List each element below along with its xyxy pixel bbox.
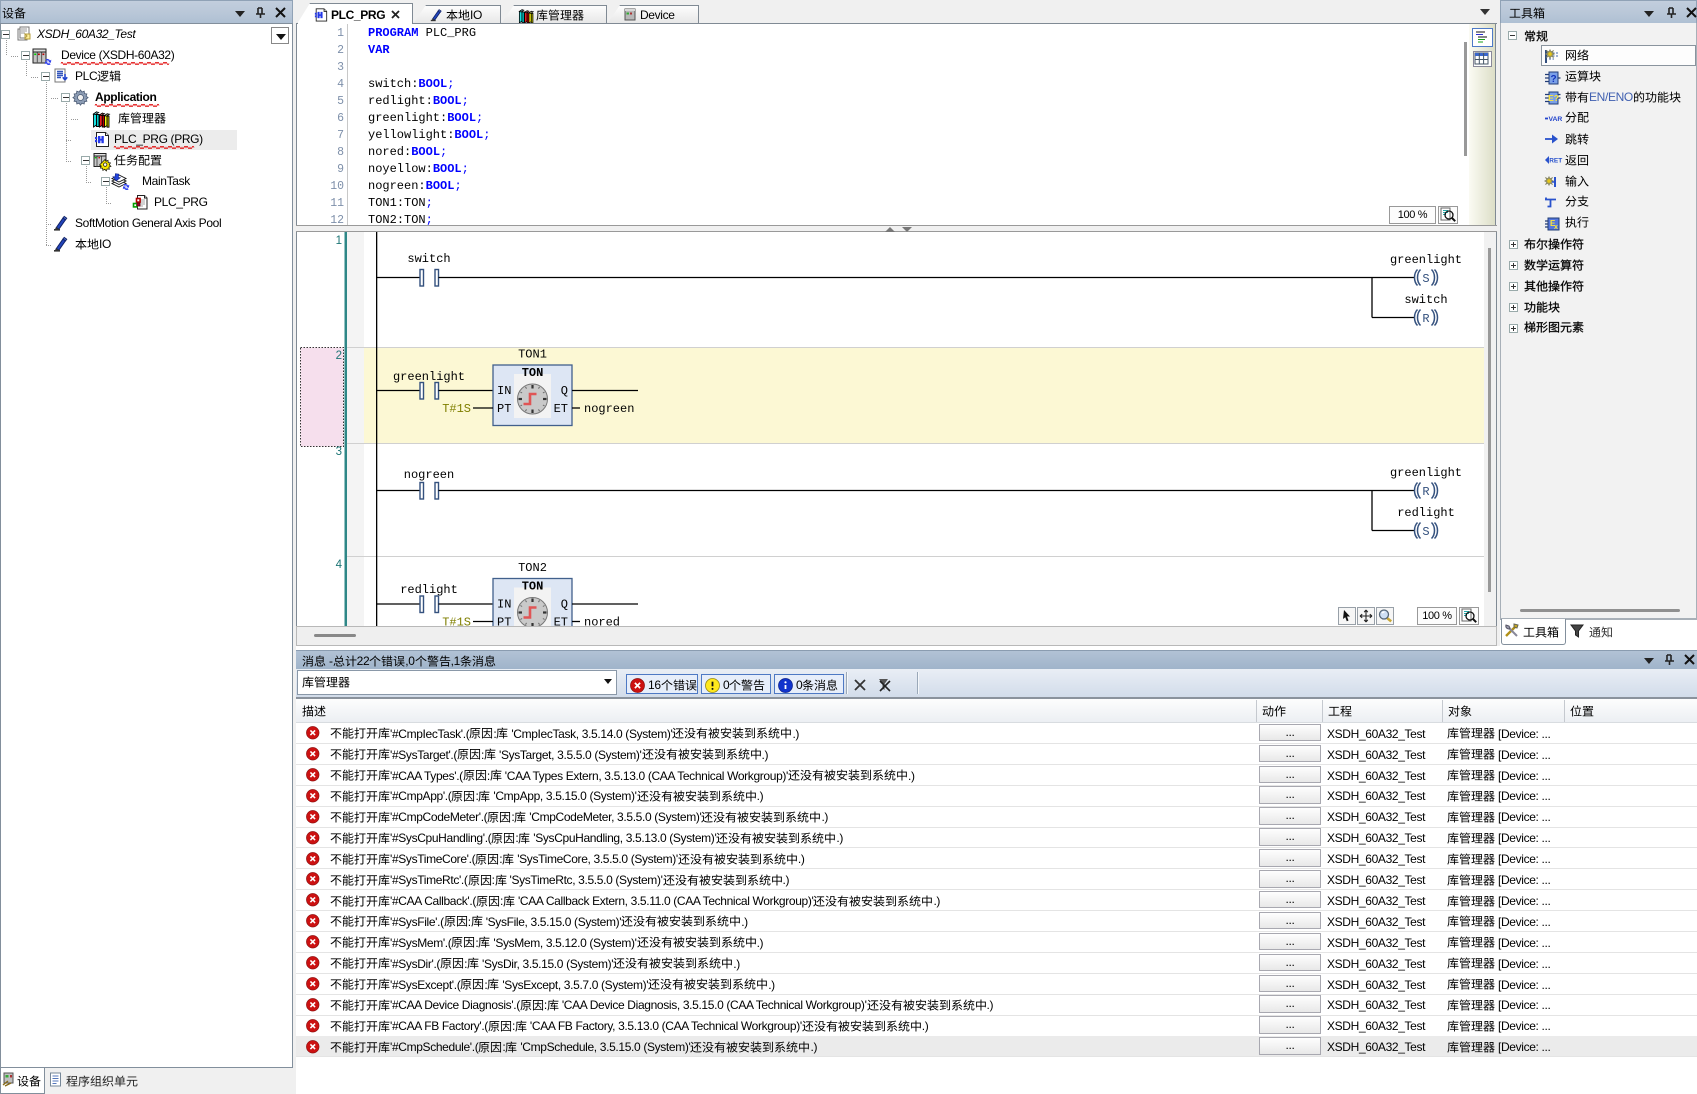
svg-text:R: R — [1422, 485, 1429, 499]
svg-text:TON: TON — [522, 580, 544, 594]
svg-text:nogreen: nogreen — [404, 468, 454, 482]
svg-text:Q: Q — [561, 384, 568, 398]
svg-text:T#1S: T#1S — [442, 402, 471, 416]
svg-text:1: 1 — [336, 235, 342, 247]
svg-text:greenlight: greenlight — [1390, 466, 1462, 480]
svg-text:IN: IN — [497, 598, 511, 612]
svg-text:E?: E? — [1548, 93, 1559, 103]
svg-text:S: S — [1422, 272, 1429, 286]
svg-text:VAR: VAR — [1549, 116, 1563, 123]
svg-text:2: 2 — [336, 350, 342, 362]
svg-text:TON: TON — [522, 366, 544, 380]
svg-text:switch: switch — [407, 252, 450, 266]
svg-text:TON2: TON2 — [518, 561, 547, 575]
svg-text:ET: ET — [554, 616, 568, 627]
svg-text:PT: PT — [497, 402, 511, 416]
svg-text:greenlight: greenlight — [393, 370, 465, 384]
svg-text:Q: Q — [561, 598, 568, 612]
svg-text:3: 3 — [336, 446, 342, 458]
svg-text:nored: nored — [584, 616, 620, 627]
svg-text:T#1S: T#1S — [442, 616, 471, 627]
svg-text:redlight: redlight — [400, 583, 458, 597]
svg-text:greenlight: greenlight — [1390, 253, 1462, 267]
svg-text:S: S — [1422, 525, 1429, 539]
svg-text:IN: IN — [497, 384, 511, 398]
svg-text:PT: PT — [497, 616, 511, 627]
svg-text:TON1: TON1 — [518, 348, 547, 362]
svg-text:ET: ET — [554, 402, 568, 416]
svg-text:x: x — [1554, 224, 1558, 231]
svg-text:R: R — [1422, 312, 1429, 326]
svg-text:RET: RET — [1549, 158, 1562, 165]
svg-text:switch: switch — [1404, 293, 1447, 307]
svg-text:nogreen: nogreen — [584, 402, 634, 416]
svg-text:?: ? — [1550, 74, 1556, 85]
svg-text:4: 4 — [336, 559, 343, 571]
svg-text:redlight: redlight — [1397, 506, 1455, 520]
